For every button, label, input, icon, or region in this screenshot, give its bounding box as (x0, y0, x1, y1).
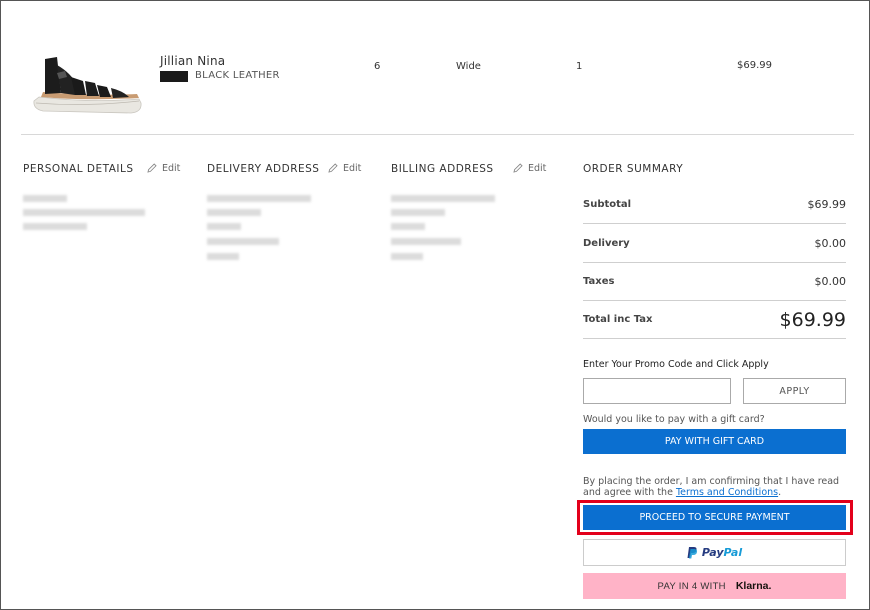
proceed-to-secure-payment-button[interactable]: PROCEED TO SECURE PAYMENT (583, 505, 846, 530)
summary-value: $0.00 (814, 275, 847, 288)
klarna-button[interactable]: PAY IN 4 WITH Klarna. (583, 573, 846, 599)
summary-label: Delivery (583, 238, 630, 249)
pay-with-gift-card-button[interactable]: PAY WITH GIFT CARD (583, 429, 846, 454)
product-size: 6 (374, 61, 381, 72)
summary-label: Total inc Tax (583, 314, 653, 325)
apply-promo-button[interactable]: APPLY (743, 378, 846, 404)
paypal-button[interactable]: PayPal (583, 539, 846, 566)
pencil-icon (328, 163, 338, 173)
summary-value: $69.99 (807, 198, 847, 211)
pencil-icon (147, 163, 157, 173)
product-image[interactable] (31, 51, 143, 117)
pencil-icon (513, 163, 523, 173)
paypal-icon (687, 547, 697, 559)
summary-label: Taxes (583, 276, 615, 287)
product-name[interactable]: Jillian Nina (160, 54, 225, 68)
klarna-prefix: PAY IN 4 WITH (657, 580, 726, 592)
summary-label: Subtotal (583, 199, 632, 210)
delivery-address-title: DELIVERY ADDRESS (207, 163, 320, 175)
summary-row-subtotal: Subtotal $69.99 (583, 186, 846, 224)
personal-details-title: PERSONAL DETAILS (23, 163, 134, 175)
paypal-pal: Pal (723, 546, 743, 559)
product-width: Wide (456, 61, 481, 72)
edit-label: Edit (162, 162, 181, 174)
paypal-logo: PayPal (702, 546, 742, 559)
terms-link[interactable]: Terms and Conditions (676, 487, 778, 498)
paypal-pay: Pay (701, 546, 724, 559)
terms-suffix: . (778, 487, 782, 498)
terms-notice: By placing the order, I am confirming th… (583, 476, 848, 498)
billing-address-edit-link[interactable]: Edit (512, 162, 546, 174)
edit-label: Edit (343, 162, 362, 174)
product-quantity: 1 (576, 61, 583, 72)
summary-total-value: $69.99 (779, 308, 846, 331)
delivery-address-edit-link[interactable]: Edit (327, 162, 361, 174)
summary-row-total: Total inc Tax $69.99 (583, 301, 846, 339)
promo-code-label: Enter Your Promo Code and Click Apply (583, 359, 769, 370)
checkout-review-panel: Jillian Nina BLACK LEATHER 6 Wide 1 $69.… (0, 0, 870, 610)
promo-code-input[interactable] (583, 378, 731, 404)
summary-row-taxes: Taxes $0.00 (583, 263, 846, 301)
order-summary-title: ORDER SUMMARY (583, 163, 684, 175)
color-swatch (160, 71, 188, 82)
product-price: $69.99 (737, 60, 772, 71)
summary-value: $0.00 (814, 237, 847, 250)
product-color: BLACK LEATHER (195, 70, 280, 81)
billing-address-title: BILLING ADDRESS (391, 163, 494, 175)
edit-label: Edit (528, 162, 547, 174)
klarna-logo: Klarna. (735, 580, 772, 592)
divider (21, 134, 854, 135)
personal-details-edit-link[interactable]: Edit (146, 162, 180, 174)
gift-card-question: Would you like to pay with a gift card? (583, 414, 765, 425)
summary-row-delivery: Delivery $0.00 (583, 225, 846, 263)
